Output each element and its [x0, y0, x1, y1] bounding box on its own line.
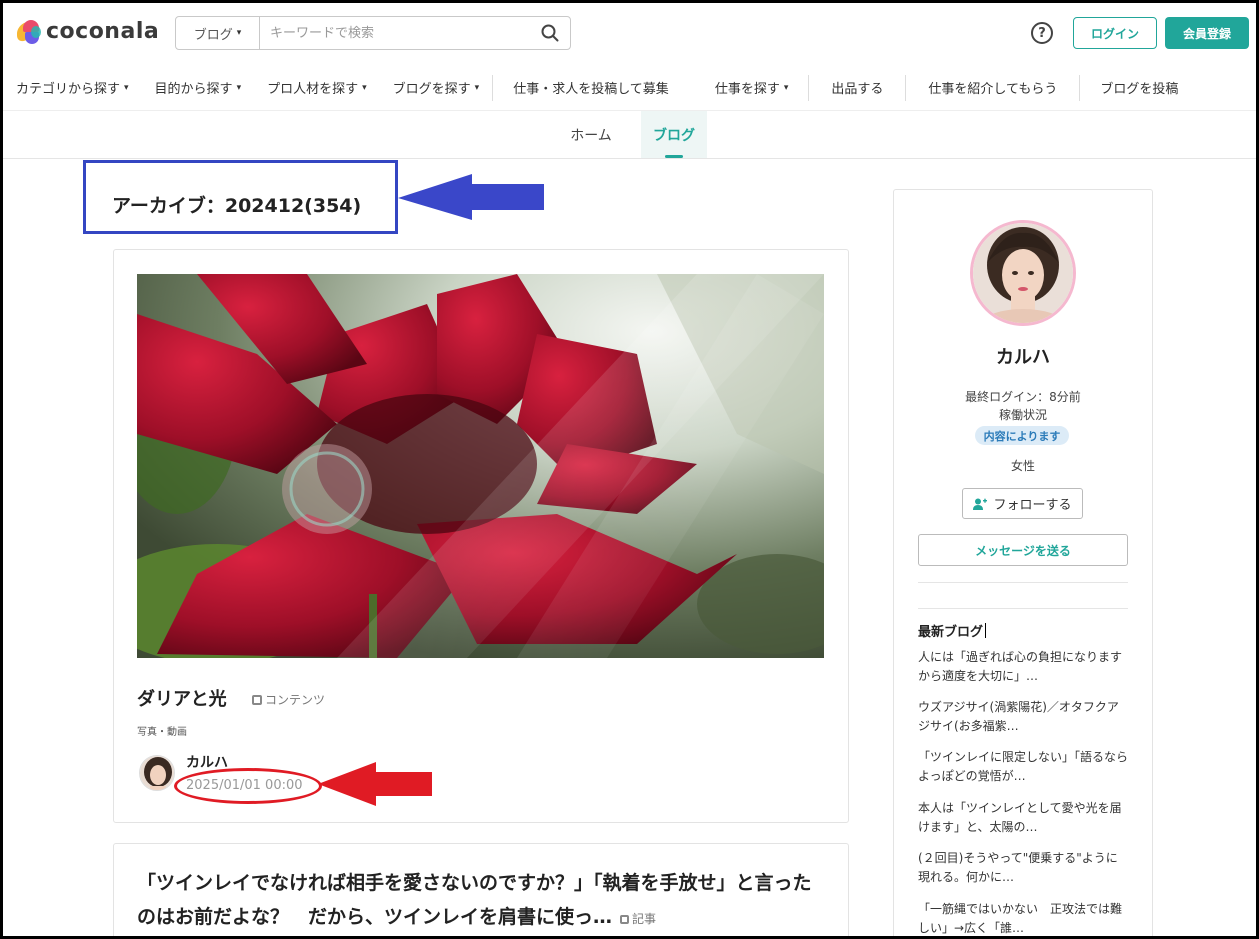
divider — [918, 608, 1128, 609]
post-title[interactable]: ダリアと光 — [137, 685, 227, 711]
chevron-down-icon: ▾ — [783, 82, 789, 93]
tab-home[interactable]: ホーム — [559, 111, 623, 158]
latest-blog-link[interactable]: (２回目)そうやって"便乗する"ように現れる。何かに… — [918, 849, 1128, 887]
status-badge: 内容によります — [975, 426, 1069, 445]
nav-blog-search-label: ブログを探す — [392, 82, 471, 97]
chevron-down-icon: ▾ — [236, 82, 242, 93]
avatar[interactable] — [139, 755, 175, 791]
follow-label: フォローする — [993, 498, 1072, 513]
nav-post-job[interactable]: 仕事・求人を投稿して募集 — [493, 65, 689, 110]
chevron-down-icon: ▾ — [474, 82, 480, 93]
last-login: 最終ログイン：8分前 — [965, 390, 1081, 404]
search-bar: ブログ ▾ — [175, 16, 571, 50]
gender: 女性 — [1010, 459, 1035, 473]
nav-referral[interactable]: 仕事を紹介してもらう — [906, 65, 1079, 110]
logo-icon — [17, 19, 41, 44]
chevron-down-icon: ▾ — [236, 28, 242, 38]
nav-blog-search[interactable]: ブログを探す ▾ — [380, 65, 493, 110]
nav-sell-label: 出品する — [831, 82, 884, 97]
post-type-label: コンテンツ — [265, 693, 326, 707]
nav-pro-label: プロ人材を探す — [267, 82, 359, 97]
search-button[interactable] — [530, 17, 570, 49]
divider — [918, 582, 1128, 583]
post-type-tag: コンテンツ — [252, 691, 325, 708]
category-nav: カテゴリから探す ▾ 目的から探す ▾ プロ人材を探す ▾ ブログを探す ▾ 仕事・求人… — [3, 65, 1256, 111]
nav-sell[interactable]: 出品する — [809, 65, 905, 110]
post-category[interactable]: 写真・動画 — [137, 723, 187, 738]
nav-purpose-label: 目的から探す — [154, 82, 233, 97]
login-button[interactable]: ログイン — [1073, 17, 1157, 49]
post-type-tag: 記事 — [620, 912, 656, 926]
profile-name: カルハ — [996, 347, 1050, 368]
nav-post-blog[interactable]: ブログを投稿 — [1080, 65, 1198, 110]
tab-blog[interactable]: ブログ — [641, 111, 707, 158]
latest-blog-link[interactable]: 「ツインレイに限定しない」「語るならよっぽどの覚悟が… — [918, 748, 1128, 786]
post-title-text: 「ツインレイでなければ相手を愛さないのですか？」「執着を手放せ」と言ったのはお前… — [137, 872, 812, 928]
annotation-arrow-left-icon — [318, 762, 432, 806]
post-title[interactable]: 「ツインレイでなければ相手を愛さないのですか？」「執着を手放せ」と言ったのはお前… — [137, 866, 827, 936]
post-thumbnail[interactable] — [137, 274, 824, 658]
latest-blog-link[interactable]: 本人は「ツインレイとして愛や光を届けます」と、太陽の… — [918, 799, 1128, 837]
search-input[interactable] — [260, 17, 530, 49]
nav-find-job-label: 仕事を探す — [714, 82, 780, 97]
user-plus-icon — [973, 498, 988, 510]
post-type-label: 記事 — [632, 912, 657, 926]
help-icon[interactable]: ? — [1031, 22, 1053, 44]
article-icon — [620, 915, 630, 924]
nav-post-job-label: 仕事・求人を投稿して募集 — [513, 82, 669, 97]
logo-text: coconala — [46, 19, 160, 44]
search-type-select[interactable]: ブログ ▾ — [176, 17, 260, 49]
nav-referral-label: 仕事を紹介してもらう — [928, 82, 1058, 97]
message-button[interactable]: メッセージを送る — [918, 534, 1128, 566]
latest-blog-link[interactable]: ウズアジサイ(渦紫陽花)／オタフクアジサイ(お多福紫… — [918, 698, 1128, 736]
archive-title: アーカイブ：202412(354) — [112, 195, 362, 217]
search-icon — [541, 24, 559, 42]
annotation-arrow-left-icon — [398, 174, 544, 220]
chevron-down-icon: ▾ — [124, 82, 129, 93]
chevron-down-icon: ▾ — [362, 82, 367, 93]
work-status-label: 稼働状況 — [998, 408, 1047, 422]
latest-blog-link[interactable]: 人には「過ぎれば心の負担になりますから適度を大切に」… — [918, 648, 1128, 686]
latest-blog-link[interactable]: 「一筋縄ではいかない 正攻法では難しい」→広く「誰… — [918, 900, 1128, 938]
nav-pro[interactable]: プロ人材を探す ▾ — [254, 65, 380, 110]
annotation-circle — [174, 768, 322, 804]
follow-button[interactable]: フォローする — [962, 488, 1083, 519]
site-header: coconala ブログ ▾ ? ログイン 会員登録 — [3, 3, 1256, 63]
dahlia-photo — [137, 274, 824, 658]
nav-post-blog-label: ブログを投稿 — [1100, 82, 1179, 97]
content-icon — [252, 694, 262, 705]
search-type-label: ブログ — [193, 27, 233, 43]
nav-category[interactable]: カテゴリから探す ▾ — [3, 65, 142, 110]
avatar[interactable] — [970, 220, 1076, 326]
latest-blog-title: 最新ブログ — [918, 621, 986, 640]
profile-subnav: ホーム ブログ — [3, 111, 1256, 159]
coconala-logo[interactable]: coconala — [17, 19, 159, 44]
profile-avatar-image — [973, 223, 1073, 323]
register-button[interactable]: 会員登録 — [1165, 17, 1249, 49]
nav-find-job[interactable]: 仕事を探す ▾ — [689, 65, 809, 110]
nav-category-label: カテゴリから探す — [16, 82, 121, 97]
nav-purpose[interactable]: 目的から探す ▾ — [142, 65, 255, 110]
